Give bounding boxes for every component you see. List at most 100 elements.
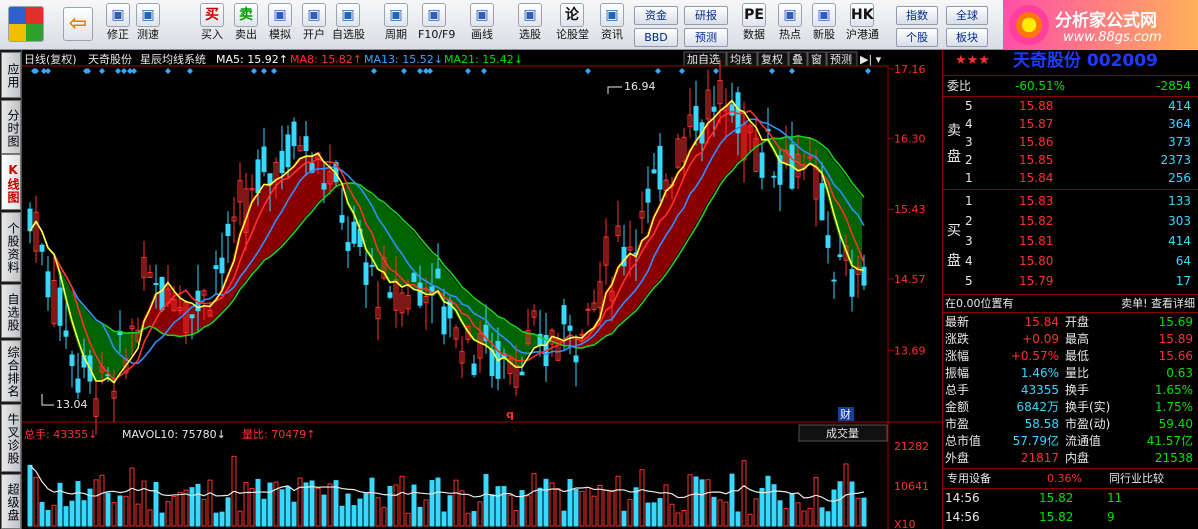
- left-tab-0[interactable]: 应用: [1, 52, 21, 98]
- left-tab-1[interactable]: 分时图: [1, 100, 21, 154]
- quick-button-0[interactable]: 资金: [634, 6, 678, 25]
- toolbar-button-6[interactable]: ▣ 自选股: [332, 2, 365, 48]
- stat-value: 15.84: [1024, 315, 1059, 329]
- stat-label: 外盘: [945, 451, 970, 465]
- sell-price: 15.86: [1019, 135, 1054, 149]
- volume-bar: [693, 476, 699, 527]
- market-button-3[interactable]: 板块: [946, 28, 988, 47]
- toolbar-button-9[interactable]: ▣ 画线: [466, 2, 498, 48]
- stat-label-2: 量比: [1065, 366, 1090, 380]
- toolbar-button-12[interactable]: ▣ 资讯: [596, 2, 628, 48]
- toolbar-button-label: 画线: [471, 28, 493, 41]
- candle-body: [321, 183, 327, 190]
- volume-indicator-button[interactable]: 成交量: [826, 426, 859, 440]
- toolbar-button-5[interactable]: ▣ 开户: [298, 2, 330, 48]
- toolbar-button-7[interactable]: ▣ 周期: [380, 2, 412, 48]
- left-tab-6[interactable]: 牛叉诊股: [1, 404, 21, 472]
- volume-bar: [291, 501, 297, 527]
- ma-band-segment: [376, 198, 382, 273]
- buy-volume: 303: [1168, 214, 1191, 228]
- toolbar-button-11[interactable]: 论论股堂: [556, 2, 589, 48]
- back-button[interactable]: ⇦: [58, 2, 98, 48]
- ma-band-segment: [424, 244, 430, 295]
- industry-tabs: 专用设备 0.36% 同行业比较: [943, 470, 1198, 487]
- volume-bar: [219, 511, 225, 527]
- kline-chart-area[interactable]: 日线(复权) 天奇股份 星辰均线系统 MA5: 15.92↑ MA8: 15.82↑ MA…: [22, 50, 942, 529]
- toolbar-button-1[interactable]: ▣ 测速: [132, 2, 164, 48]
- volume-bar: [189, 487, 195, 527]
- chart-menu-item-0[interactable]: 加自选: [687, 53, 720, 66]
- stat-value: 1.46%: [1020, 366, 1059, 380]
- volume-bar: [261, 498, 267, 527]
- feature-button-2[interactable]: ▣ 新股: [808, 2, 840, 48]
- feature-button-0[interactable]: PE 数据: [738, 2, 770, 48]
- chart-menu-item-1[interactable]: 均线: [730, 52, 752, 66]
- industry-change: 0.36%: [1047, 472, 1082, 485]
- stat-label: 总市值: [945, 434, 982, 448]
- left-vertical-tabs: 应用 分时图 K线图 个股资料 自选股 综合排名 牛叉诊股 超级盘: [0, 50, 22, 529]
- stat-row: 涨跌 +0.09 最高 15.89: [943, 331, 1198, 348]
- left-tab-3[interactable]: 个股资料: [1, 212, 21, 282]
- pencil-icon: ▣: [470, 3, 494, 27]
- left-tab-4[interactable]: 自选股: [1, 284, 21, 338]
- market-button-0[interactable]: 指数: [896, 6, 938, 25]
- toolbar-button-3[interactable]: 卖卖出: [230, 2, 262, 48]
- toolbar-button-10[interactable]: ▣ 选股: [514, 2, 546, 48]
- chart-menu-item-5[interactable]: 预测: [830, 53, 852, 66]
- feature-button-1[interactable]: ▣ 热点: [774, 2, 806, 48]
- quick-button-1[interactable]: 研报: [684, 6, 728, 25]
- low-annotation: 13.04: [56, 398, 88, 411]
- feature-button-3[interactable]: HK 沪港通: [846, 2, 879, 48]
- ma-band-segment: [694, 132, 700, 228]
- toolbar-button-0[interactable]: ▣ 修正: [102, 2, 134, 48]
- ma-band-segment: [472, 298, 478, 343]
- quick-button-2[interactable]: BBD: [634, 28, 678, 47]
- left-tab-5[interactable]: 综合排名: [1, 340, 21, 402]
- candle-body: [303, 136, 309, 152]
- volume-legend-0: 总手: 43355↓: [24, 427, 97, 441]
- hammer-icon: ▣: [268, 3, 292, 27]
- buy-level: 1: [965, 194, 973, 208]
- stat-label-2: 换手: [1065, 383, 1090, 397]
- industry-tab[interactable]: 专用设备: [947, 470, 991, 487]
- feature-button-label: 数据: [743, 28, 765, 41]
- quick-button-3[interactable]: 预测: [684, 28, 728, 47]
- left-tab-2[interactable]: K线图: [1, 154, 21, 210]
- toolbar-button-4[interactable]: ▣ 模拟: [264, 2, 296, 48]
- news-icon: ▣: [600, 3, 624, 27]
- chart-menu-item-3[interactable]: 叠: [792, 53, 803, 66]
- left-tab-7[interactable]: 超级盘: [1, 474, 21, 529]
- volume-bar: [729, 473, 735, 527]
- pe-icon: PE: [742, 3, 766, 27]
- buy-row: 4 15.80 64: [943, 253, 1198, 270]
- indicator-name-label: 星辰均线系统: [140, 52, 206, 66]
- candle-body: [759, 152, 765, 178]
- ma-band-segment: [628, 253, 634, 316]
- candle-body: [291, 121, 297, 147]
- volume-bar: [483, 474, 489, 527]
- ma-legend-3: MA21: 15.42↓: [444, 53, 523, 66]
- candle-body: [573, 355, 579, 363]
- chart-menu-item-2[interactable]: 复权: [761, 52, 783, 66]
- volume-bar: [645, 502, 651, 527]
- toolbar-button-8[interactable]: ▣ F10/F9: [418, 2, 455, 48]
- buy-price: 15.79: [1019, 274, 1054, 288]
- quote-title-row: ★★★ 天奇股份 002009: [943, 51, 1198, 71]
- chart-menu-item-4[interactable]: 窗: [811, 52, 822, 66]
- stat-label: 金额: [945, 400, 970, 414]
- toolbar-button-2[interactable]: 买买入: [196, 2, 228, 48]
- buy-row: 3 15.81 414: [943, 233, 1198, 250]
- candle-body: [39, 244, 45, 252]
- market-button-1[interactable]: 全球: [946, 6, 988, 25]
- toolbar-button-label: 卖出: [235, 28, 257, 41]
- candle-body: [339, 215, 345, 223]
- logo-url: www.88gs.com: [1063, 30, 1162, 45]
- app-menu-icon[interactable]: [4, 2, 48, 48]
- volume-legend-2: 量比: 70479↑: [242, 428, 315, 441]
- status-detail-link[interactable]: 卖单! 查看详细: [1121, 295, 1195, 312]
- peer-compare-tab[interactable]: 同行业比较: [1109, 470, 1164, 487]
- weibi-row: 委比 -60.51% -2854: [943, 78, 1198, 95]
- volume-bar: [699, 479, 705, 527]
- market-button-2[interactable]: 个股: [896, 28, 938, 47]
- candle-body: [57, 287, 63, 326]
